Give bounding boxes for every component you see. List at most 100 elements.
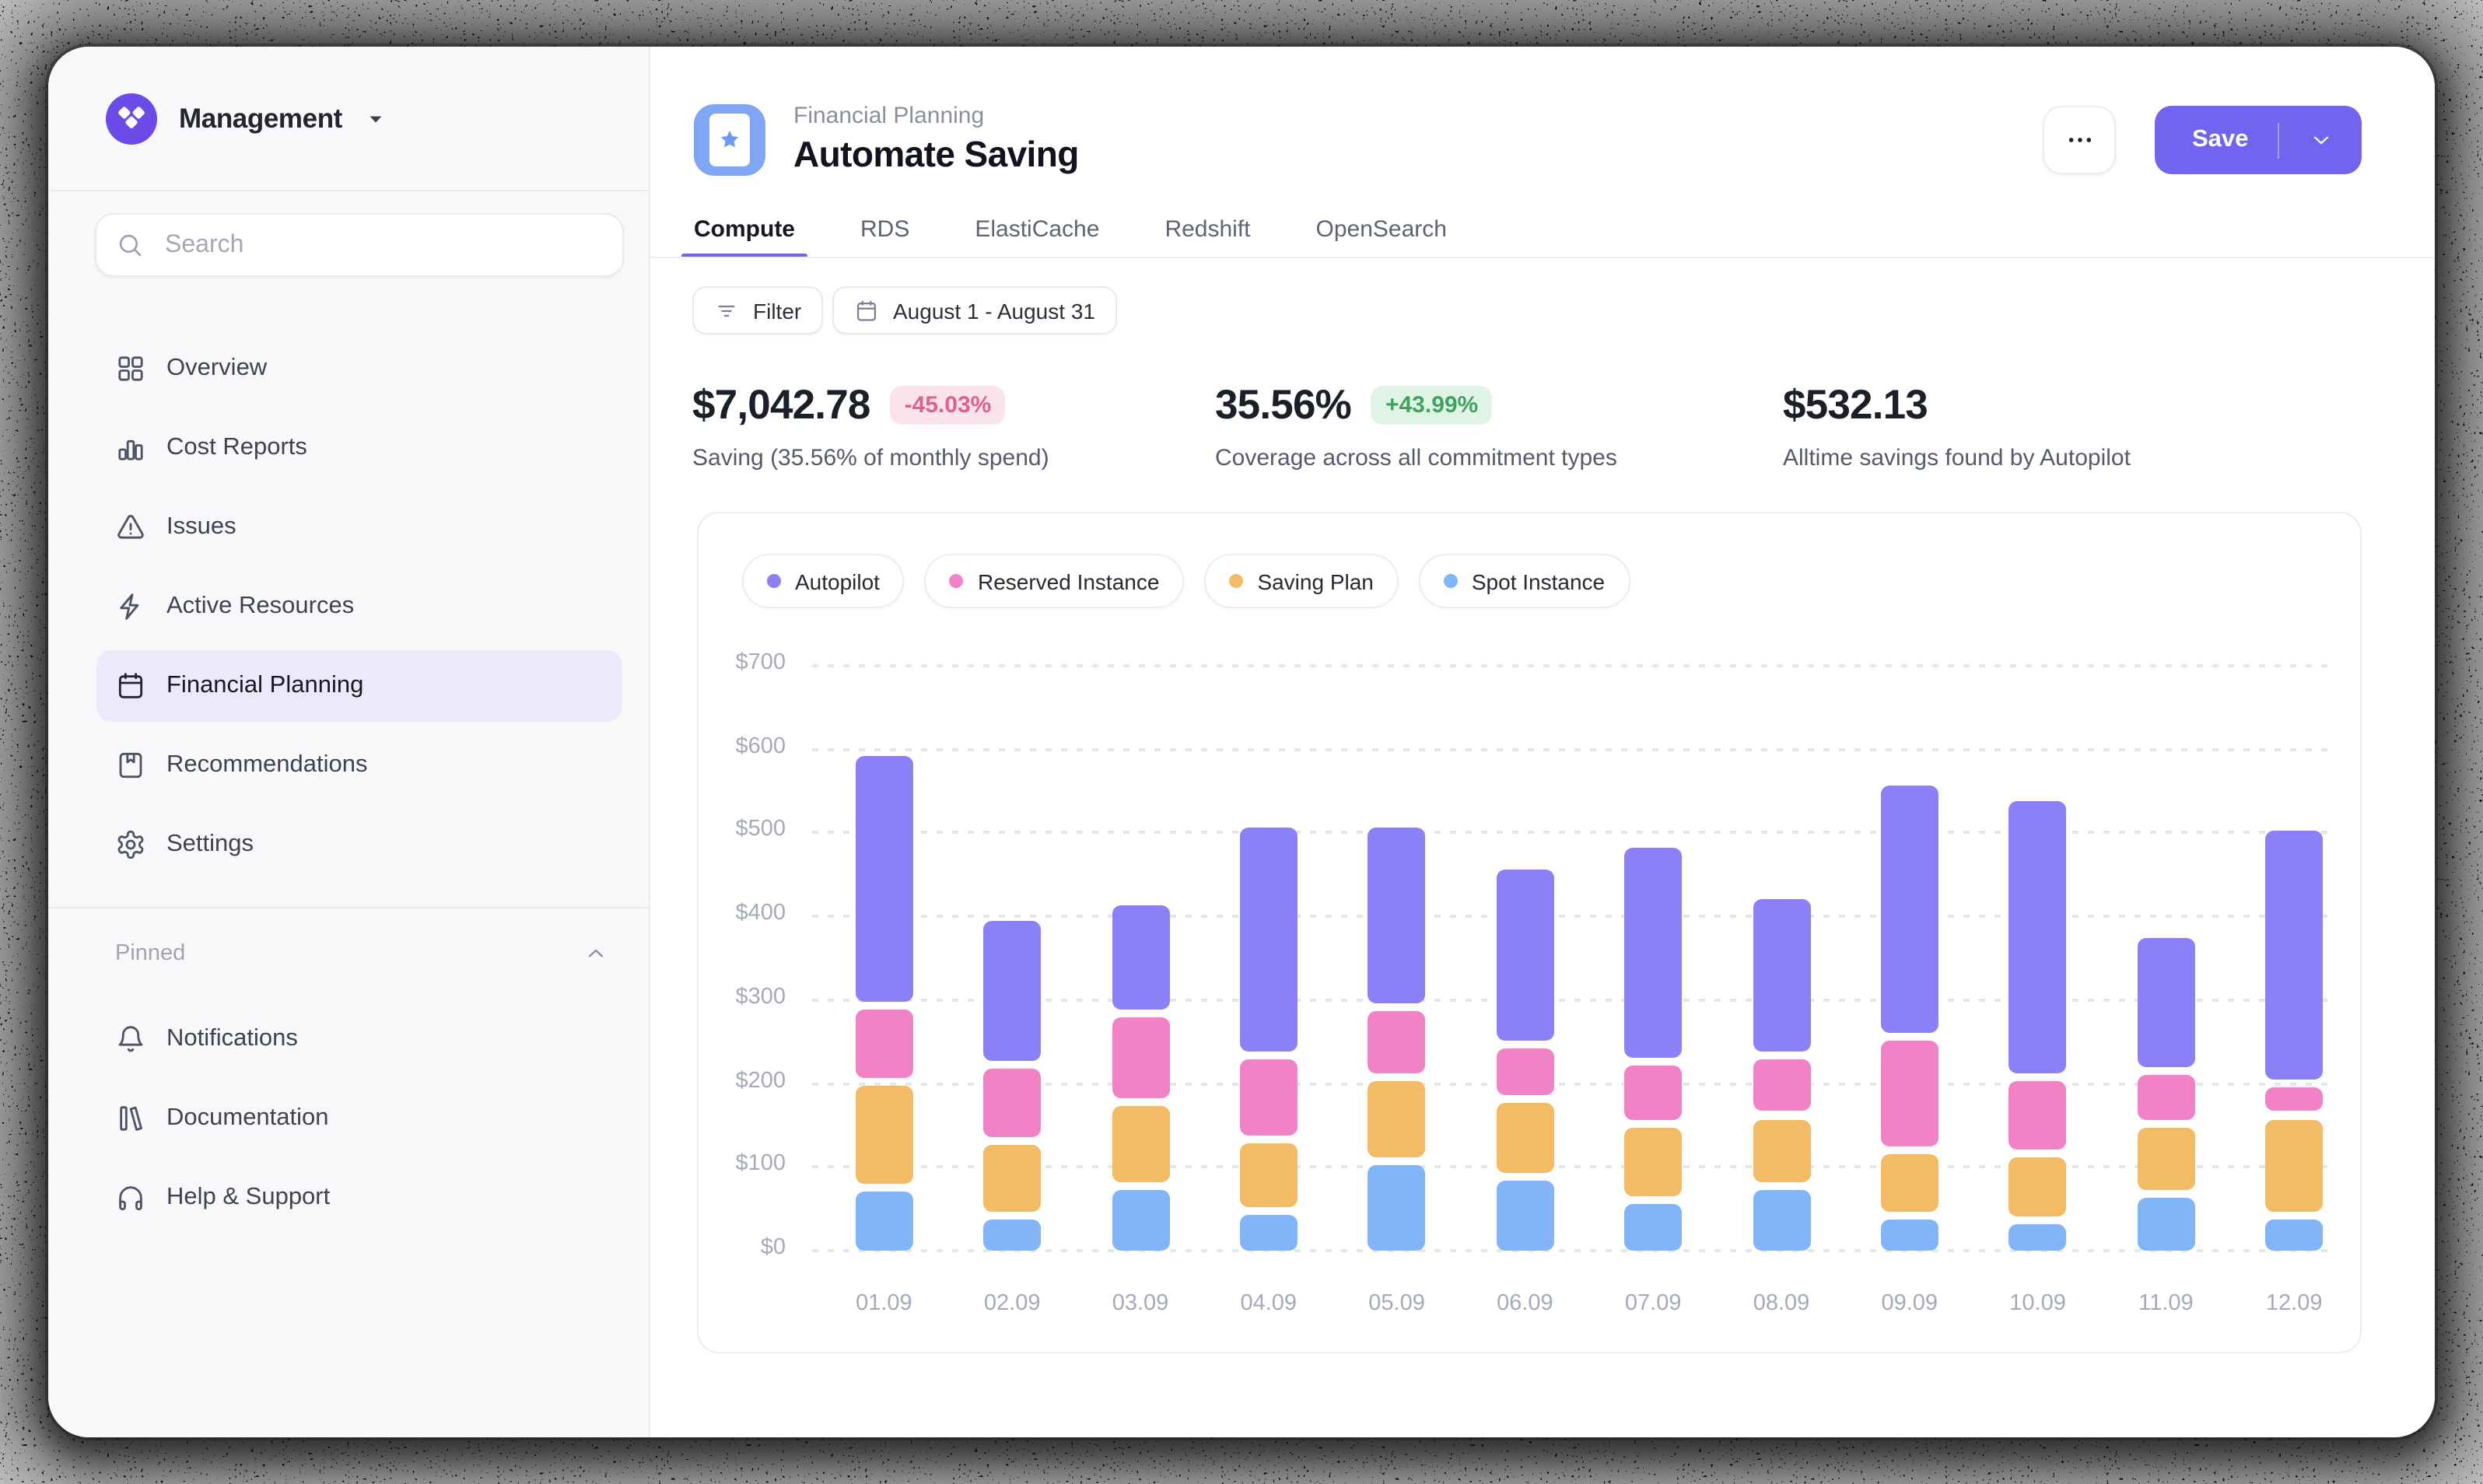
bar-segment-autopilot-05-09[interactable] bbox=[1368, 827, 1426, 1003]
sidebar-item-notifications[interactable]: Notifications bbox=[96, 1003, 622, 1075]
bar-segment-saving-plan-02-09[interactable] bbox=[983, 1144, 1041, 1212]
bar-segment-reserved-instance-07-09[interactable] bbox=[1624, 1066, 1682, 1121]
pinned-label: Pinned bbox=[115, 941, 185, 966]
gridline bbox=[812, 915, 2329, 918]
bar-segment-spot-instance-09-09[interactable] bbox=[1881, 1220, 1938, 1251]
calendar-icon bbox=[854, 298, 879, 323]
bar-segment-reserved-instance-09-09[interactable] bbox=[1881, 1041, 1938, 1146]
bar-segment-reserved-instance-06-09[interactable] bbox=[1496, 1048, 1553, 1094]
bar-segment-autopilot-02-09[interactable] bbox=[983, 922, 1041, 1061]
sidebar-item-label: Settings bbox=[166, 831, 254, 859]
sidebar-item-cost-reports[interactable]: Cost Reports bbox=[96, 412, 622, 484]
bar-segment-saving-plan-12-09[interactable] bbox=[2265, 1119, 2323, 1212]
sidebar-item-overview[interactable]: Overview bbox=[96, 333, 622, 404]
date-range-button[interactable]: August 1 - August 31 bbox=[832, 286, 1117, 334]
y-axis-tick: $300 bbox=[699, 985, 786, 1010]
ellipsis-icon bbox=[2064, 124, 2095, 156]
bar-segment-spot-instance-04-09[interactable] bbox=[1240, 1215, 1298, 1251]
tab-rds[interactable]: RDS bbox=[860, 215, 909, 257]
sidebar-item-label: Recommendations bbox=[166, 751, 367, 779]
breadcrumb: Financial Planning bbox=[793, 103, 984, 129]
filter-button[interactable]: Filter bbox=[692, 286, 823, 334]
chevron-up-icon[interactable] bbox=[583, 941, 608, 966]
workspace-switcher[interactable]: Management bbox=[48, 47, 649, 191]
chart-card: AutopilotReserved InstanceSaving PlanSpo… bbox=[697, 512, 2362, 1353]
sidebar-item-financial-planning[interactable]: Financial Planning bbox=[96, 650, 622, 722]
bar-segment-autopilot-04-09[interactable] bbox=[1240, 828, 1298, 1051]
gridline bbox=[812, 747, 2329, 751]
bar-segment-spot-instance-02-09[interactable] bbox=[983, 1220, 1041, 1251]
bar-segment-autopilot-11-09[interactable] bbox=[2137, 938, 2194, 1066]
search-input[interactable] bbox=[162, 229, 604, 261]
sidebar-item-documentation[interactable]: Documentation bbox=[96, 1083, 622, 1154]
x-axis-tick: 08.09 bbox=[1718, 1291, 1846, 1316]
app-window: Management Overview Cost Reports Issues Act… bbox=[48, 47, 2435, 1437]
more-actions-button[interactable] bbox=[2043, 106, 2116, 174]
sidebar-nav: Overview Cost Reports Issues Active Resourc… bbox=[96, 333, 622, 888]
sidebar-item-help-support[interactable]: Help & Support bbox=[96, 1162, 622, 1234]
bar-segment-saving-plan-08-09[interactable] bbox=[1753, 1119, 1810, 1183]
bar-segment-reserved-instance-08-09[interactable] bbox=[1753, 1059, 1810, 1111]
bar-segment-spot-instance-11-09[interactable] bbox=[2137, 1198, 2194, 1251]
bar-segment-reserved-instance-11-09[interactable] bbox=[2137, 1075, 2194, 1121]
save-button[interactable]: Save bbox=[2155, 106, 2362, 174]
bar-segment-spot-instance-03-09[interactable] bbox=[1112, 1191, 1169, 1251]
zap-icon bbox=[115, 591, 146, 622]
bar-segment-spot-instance-01-09[interactable] bbox=[855, 1192, 912, 1251]
bar-segment-saving-plan-04-09[interactable] bbox=[1240, 1143, 1298, 1207]
bar-segment-autopilot-10-09[interactable] bbox=[2009, 801, 2067, 1073]
stat-coverage-value: 35.56% bbox=[1215, 381, 1351, 429]
tab-elasticache[interactable]: ElastiCache bbox=[975, 215, 1099, 257]
bar-segment-autopilot-03-09[interactable] bbox=[1112, 905, 1169, 1010]
sidebar-divider bbox=[48, 907, 649, 908]
sidebar-item-settings[interactable]: Settings bbox=[96, 809, 622, 880]
bar-segment-saving-plan-03-09[interactable] bbox=[1112, 1106, 1169, 1183]
tab-bar-border bbox=[650, 257, 2435, 258]
sidebar-item-recommendations[interactable]: Recommendations bbox=[96, 730, 622, 801]
bar-segment-saving-plan-09-09[interactable] bbox=[1881, 1153, 1938, 1212]
bar-segment-reserved-instance-10-09[interactable] bbox=[2009, 1080, 2067, 1149]
sidebar-item-issues[interactable]: Issues bbox=[96, 492, 622, 563]
bar-segment-reserved-instance-03-09[interactable] bbox=[1112, 1018, 1169, 1098]
x-axis-tick: 05.09 bbox=[1333, 1291, 1461, 1316]
bar-segment-spot-instance-05-09[interactable] bbox=[1368, 1165, 1426, 1251]
pinned-section-header[interactable]: Pinned bbox=[115, 930, 608, 977]
filter-icon bbox=[714, 298, 739, 323]
bar-segment-reserved-instance-05-09[interactable] bbox=[1368, 1011, 1426, 1074]
bar-segment-reserved-instance-12-09[interactable] bbox=[2265, 1088, 2323, 1111]
search-box[interactable] bbox=[95, 213, 624, 277]
bar-segment-autopilot-06-09[interactable] bbox=[1496, 870, 1553, 1040]
bar-segment-saving-plan-01-09[interactable] bbox=[855, 1086, 912, 1185]
sidebar-item-active-resources[interactable]: Active Resources bbox=[96, 571, 622, 642]
save-dropdown-toggle[interactable] bbox=[2279, 128, 2362, 152]
tab-opensearch[interactable]: OpenSearch bbox=[1316, 215, 1447, 257]
bar-segment-spot-instance-07-09[interactable] bbox=[1624, 1205, 1682, 1251]
bar-segment-saving-plan-11-09[interactable] bbox=[2137, 1129, 2194, 1190]
bar-segment-spot-instance-10-09[interactable] bbox=[2009, 1225, 2067, 1251]
bar-segment-spot-instance-12-09[interactable] bbox=[2265, 1220, 2323, 1251]
sidebar-item-label: Overview bbox=[166, 355, 267, 383]
calendar-icon bbox=[115, 670, 146, 702]
tab-redshift[interactable]: Redshift bbox=[1164, 215, 1250, 257]
app-logo-icon bbox=[106, 93, 157, 144]
sidebar-item-label: Help & Support bbox=[166, 1184, 330, 1212]
bar-segment-reserved-instance-04-09[interactable] bbox=[1240, 1059, 1298, 1136]
bar-segment-saving-plan-06-09[interactable] bbox=[1496, 1103, 1553, 1174]
bar-segment-autopilot-08-09[interactable] bbox=[1753, 899, 1810, 1052]
bar-segment-saving-plan-10-09[interactable] bbox=[2009, 1157, 2067, 1216]
bar-segment-autopilot-07-09[interactable] bbox=[1624, 848, 1682, 1058]
bar-segment-autopilot-12-09[interactable] bbox=[2265, 831, 2323, 1080]
x-axis-tick: 02.09 bbox=[948, 1291, 1077, 1316]
bar-segment-spot-instance-06-09[interactable] bbox=[1496, 1181, 1553, 1251]
sidebar-item-label: Cost Reports bbox=[166, 434, 307, 462]
bar-segment-spot-instance-08-09[interactable] bbox=[1753, 1191, 1810, 1251]
bar-segment-autopilot-09-09[interactable] bbox=[1881, 786, 1938, 1034]
bar-segment-reserved-instance-01-09[interactable] bbox=[855, 1010, 912, 1078]
bar-segment-reserved-instance-02-09[interactable] bbox=[983, 1069, 1041, 1136]
bar-segment-saving-plan-05-09[interactable] bbox=[1368, 1082, 1426, 1158]
gridline bbox=[812, 1249, 2329, 1252]
bar-segment-autopilot-01-09[interactable] bbox=[855, 755, 912, 1002]
bar-segment-saving-plan-07-09[interactable] bbox=[1624, 1129, 1682, 1197]
tab-compute[interactable]: Compute bbox=[694, 215, 795, 257]
alert-triangle-icon bbox=[115, 512, 146, 543]
